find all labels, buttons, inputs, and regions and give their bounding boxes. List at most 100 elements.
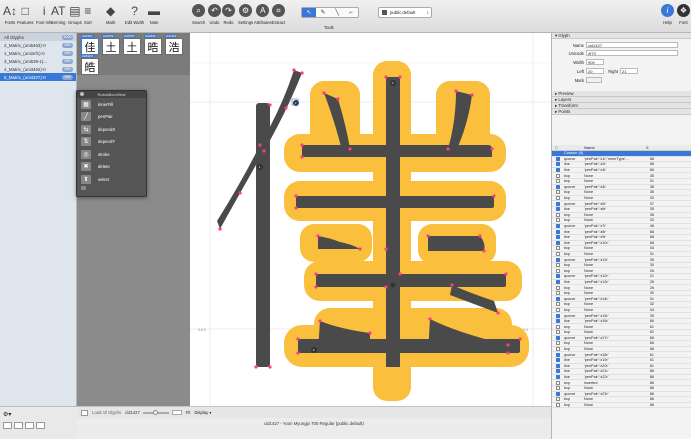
add-set-button[interactable]	[3, 422, 12, 429]
palette-item-innerfill[interactable]: ▦ innerFill	[77, 98, 146, 111]
palette-item-dependy[interactable]: ⇅ dependY	[77, 136, 146, 149]
row-checkbox[interactable]	[556, 168, 560, 173]
row-checkbox[interactable]	[556, 224, 560, 229]
search-button[interactable]: ⌕ Search	[192, 2, 205, 25]
mark-button[interactable]: ◆ Mark	[106, 2, 115, 26]
pen-tool-icon[interactable]: ✎	[316, 8, 330, 17]
sidebar-item[interactable]: 1_Matrix_(uni2ef1)-0 999	[0, 49, 76, 57]
row-checkbox[interactable]	[556, 162, 560, 167]
row-checkbox[interactable]	[556, 330, 560, 335]
row-checkbox[interactable]	[556, 375, 560, 380]
row-checkbox[interactable]	[556, 268, 560, 273]
name-field[interactable]: cid1427	[586, 42, 678, 48]
sidebar-item[interactable]: 3_Matrix_(uni539-1)... 999	[0, 57, 76, 65]
right-field[interactable]: 21	[620, 68, 638, 74]
font-button[interactable]: ❖ Font	[677, 2, 690, 25]
mark-color-well[interactable]	[586, 77, 602, 83]
zoom-slider[interactable]	[142, 409, 169, 415]
row-checkbox[interactable]	[556, 307, 560, 312]
row-checkbox[interactable]	[556, 380, 560, 385]
row-checkbox[interactable]	[556, 296, 560, 301]
row-checkbox[interactable]	[556, 246, 560, 251]
load-all-glyphs-label[interactable]: Load All Glyphs	[92, 410, 121, 415]
palette-item-penpair[interactable]: ╱ penPair	[77, 111, 146, 124]
row-checkbox[interactable]	[556, 347, 560, 352]
row-checkbox[interactable]	[556, 391, 560, 396]
left-field[interactable]: 20	[586, 68, 604, 74]
row-checkbox[interactable]	[556, 207, 560, 212]
knife-tool-icon[interactable]: ⌐	[344, 8, 358, 17]
extract-button[interactable]: ⌗ Extract	[272, 2, 285, 25]
row-checkbox[interactable]	[556, 229, 560, 234]
row-checkbox[interactable]	[556, 235, 560, 240]
unicode-field[interactable]: 4f73	[586, 50, 678, 56]
row-checkbox[interactable]	[556, 274, 560, 279]
row-checkbox[interactable]	[556, 201, 560, 206]
row-checkbox[interactable]	[556, 218, 560, 223]
row-checkbox[interactable]	[556, 386, 560, 391]
row-checkbox[interactable]	[556, 319, 560, 324]
remove-set-button[interactable]	[14, 422, 23, 429]
palette-item-dependx[interactable]: ⇆ dependX	[77, 123, 146, 136]
row-checkbox[interactable]	[556, 196, 560, 201]
points-table[interactable]: Contour (0) qcurve 'penPair':'z1r','inner…	[552, 151, 691, 409]
sidebar-item[interactable]: 4_Matrix_(uni3462)-0 999	[0, 65, 76, 73]
column-x-header[interactable]: X	[646, 145, 649, 150]
attributes-button[interactable]: A Attributes	[254, 2, 272, 25]
folder-button[interactable]	[36, 422, 45, 429]
note-button[interactable]: ▬ Note	[148, 2, 160, 26]
row-checkbox[interactable]	[556, 302, 560, 307]
layer-select[interactable]: public.default ↕	[378, 7, 432, 18]
row-checkbox[interactable]	[556, 369, 560, 374]
row-checkbox[interactable]	[556, 184, 560, 189]
help-button[interactable]: i Help	[661, 2, 674, 25]
zoom-field[interactable]	[171, 410, 182, 415]
palette-item-select[interactable]: ⬆ select	[77, 173, 146, 186]
pointer-tool-icon[interactable]: ↖	[302, 8, 316, 17]
fonts-button[interactable]: A↕ Fonts	[3, 2, 17, 26]
undo-button[interactable]: ↶ Undo	[208, 2, 221, 25]
sidebar-item[interactable]: 5_Matrix_(uni4327)-0 999	[0, 73, 76, 81]
row-checkbox[interactable]	[556, 335, 560, 340]
row-checkbox[interactable]	[556, 173, 560, 178]
sidebar-header-all-glyphs[interactable]: All Glyphs 1000	[0, 33, 76, 41]
redo-button[interactable]: ↷ Redo	[222, 2, 235, 25]
table-row[interactable]: bcp None 86	[552, 403, 691, 409]
row-checkbox[interactable]	[556, 251, 560, 256]
sidebar-item[interactable]: 2_Matrix_(uni5463)-0 999	[0, 41, 76, 49]
glyph-tile[interactable]: 土	[102, 38, 120, 55]
fit-button[interactable]: Fit	[186, 410, 191, 415]
bezier-tool-icon[interactable]: ╲	[330, 8, 344, 17]
settings-button[interactable]: ⚙ Settings	[238, 2, 253, 25]
glyph-canvas[interactable]: 0-0.0 0-0.0 2 0 1 3	[190, 33, 551, 406]
checkbox-icon[interactable]	[81, 409, 88, 416]
row-checkbox[interactable]	[556, 240, 560, 245]
row-checkbox[interactable]	[556, 285, 560, 290]
width-field[interactable]: 900	[586, 59, 604, 65]
palette-titlebar[interactable]: RoboMicroView	[77, 91, 146, 98]
display-dropdown[interactable]: Display ▾	[194, 410, 211, 415]
gear-icon[interactable]: ⚙▾	[3, 411, 11, 418]
row-checkbox[interactable]	[556, 352, 560, 357]
kerning-button[interactable]: AT Kerning	[51, 2, 65, 26]
palette-grip-icon[interactable]	[81, 186, 86, 190]
row-checkbox[interactable]	[556, 156, 560, 161]
row-checkbox[interactable]	[556, 190, 560, 195]
palette-item-stroke[interactable]: ◎ stroke	[77, 148, 146, 161]
groups-button[interactable]: ▤ Groups	[68, 2, 82, 26]
close-icon[interactable]	[80, 92, 84, 96]
glyph-tile[interactable]: 浩	[165, 38, 183, 55]
row-checkbox[interactable]	[556, 358, 560, 363]
tool-selector[interactable]: ↖ ✎ ╲ ⌐	[301, 7, 359, 18]
row-checkbox[interactable]	[556, 313, 560, 318]
duplicate-set-button[interactable]	[25, 422, 34, 429]
palette-item-delete[interactable]: ✖ delete	[77, 161, 146, 174]
column-name-header[interactable]: Name	[584, 145, 646, 150]
glyph-tile[interactable]: 皓	[81, 58, 99, 75]
sort-button[interactable]: ≡ Sort	[84, 2, 92, 26]
row-checkbox[interactable]	[556, 257, 560, 262]
row-checkbox[interactable]	[556, 291, 560, 296]
row-checkbox[interactable]	[556, 279, 560, 284]
edit-width-button[interactable]: ? Edit Width	[125, 2, 144, 26]
row-checkbox[interactable]	[556, 179, 560, 184]
